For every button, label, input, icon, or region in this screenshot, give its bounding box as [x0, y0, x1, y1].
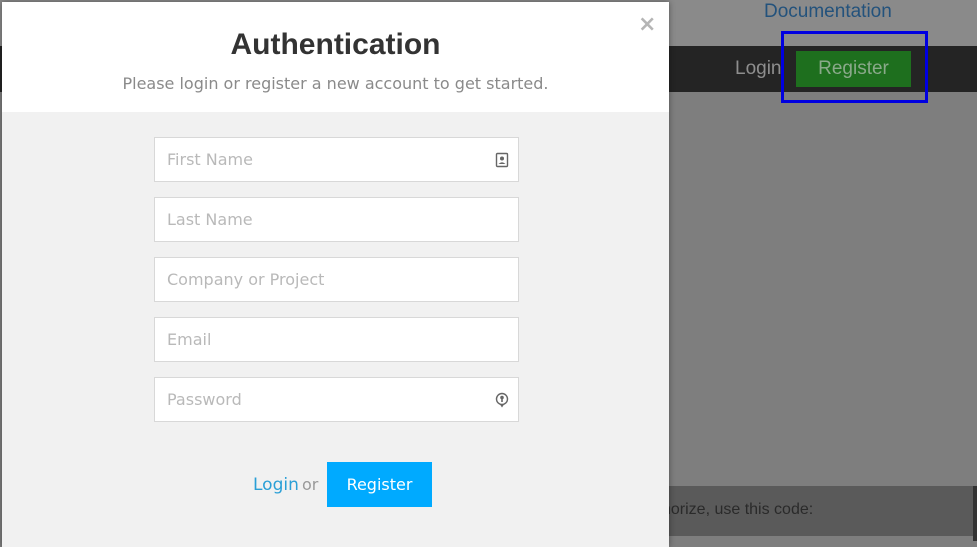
authentication-modal: × Authentication Please login or registe…: [2, 2, 669, 547]
contact-card-icon: [495, 152, 509, 168]
password-field: [154, 377, 519, 422]
login-link[interactable]: Login: [253, 475, 299, 495]
company-field: [154, 257, 519, 302]
company-input[interactable]: [155, 258, 518, 301]
first-name-input[interactable]: [155, 138, 518, 181]
password-key-icon: [495, 392, 509, 408]
email-field: [154, 317, 519, 362]
or-separator: or: [302, 475, 319, 494]
modal-header: × Authentication Please login or registe…: [2, 2, 669, 112]
modal-subtitle: Please login or register a new account t…: [122, 74, 549, 93]
background-edge-divider: [973, 486, 977, 541]
email-input[interactable]: [155, 318, 518, 361]
register-button[interactable]: Register: [327, 462, 432, 507]
documentation-link[interactable]: Documentation: [764, 1, 892, 23]
password-input[interactable]: [155, 378, 518, 421]
modal-title: Authentication: [230, 28, 441, 61]
last-name-field: [154, 197, 519, 242]
authorize-code-text: horize, use this code:: [662, 501, 814, 518]
first-name-field: [154, 137, 519, 182]
nav-login-link[interactable]: Login: [735, 58, 782, 80]
last-name-input[interactable]: [155, 198, 518, 241]
nav-register-button[interactable]: Register: [796, 51, 911, 87]
